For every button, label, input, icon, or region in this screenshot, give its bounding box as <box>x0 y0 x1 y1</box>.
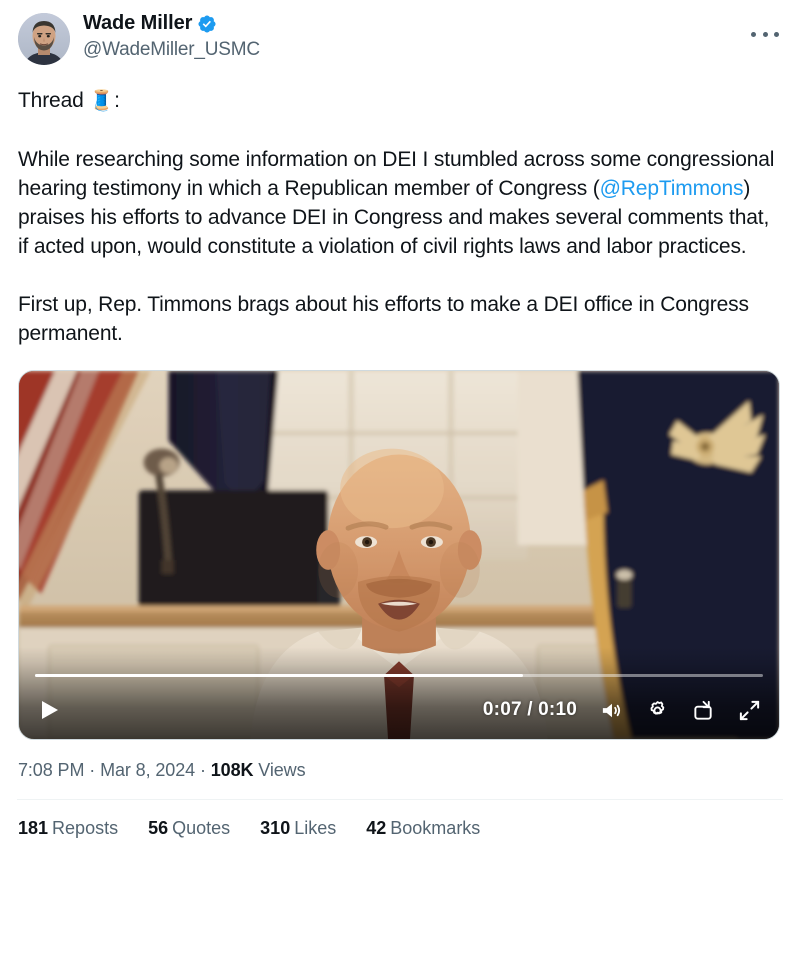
post-date: Mar 8, 2024 <box>100 760 196 780</box>
video-progress-fill <box>35 674 523 677</box>
verified-badge-icon <box>197 14 217 34</box>
reposts-label: Reposts <box>52 818 119 838</box>
paragraph-main: While researching some information on DE… <box>18 145 782 261</box>
post-time: 7:08 PM <box>18 760 85 780</box>
play-icon[interactable] <box>37 696 63 724</box>
quotes-label: Quotes <box>172 818 231 838</box>
video-controls-right: 0:07 / 0:10 <box>483 698 761 722</box>
stat-likes[interactable]: 310 Likes <box>260 816 336 840</box>
paragraph-thread-label: Thread 🧵: <box>18 86 782 116</box>
quotes-count: 56 <box>148 818 169 838</box>
avatar[interactable] <box>18 13 70 65</box>
divider <box>17 799 783 800</box>
tweet-meta: 7:08 PM · Mar 8, 2024 · 108K Views <box>18 758 782 782</box>
views-label: Views <box>258 760 306 780</box>
thread-spool-icon: 🧵 <box>89 90 115 112</box>
video-progress-bar[interactable] <box>35 674 763 677</box>
stat-bookmarks[interactable]: 42 Bookmarks <box>366 816 480 840</box>
gear-icon[interactable] <box>645 698 669 722</box>
views-count: 108K <box>210 760 254 780</box>
video-time-display: 0:07 / 0:10 <box>482 699 577 720</box>
author-handle[interactable]: @WadeMiller_USMC <box>83 37 260 62</box>
engagement-stats: 181 Reposts 56 Quotes 310 Likes 42 Bookmarks <box>18 816 782 840</box>
paragraph-firstup: First up, Rep. Timmons brags about his e… <box>18 293 749 345</box>
thread-colon: : <box>114 89 120 112</box>
reposts-count: 181 <box>18 818 49 838</box>
tweet-text: Thread 🧵: While researching some informa… <box>18 86 782 348</box>
video-controls: 0:07 / 0:10 <box>19 681 779 739</box>
tweet-card: Wade Miller @WadeMiller_USMC Thread 🧵: W… <box>0 0 800 960</box>
volume-on-icon[interactable] <box>599 698 623 722</box>
stat-reposts[interactable]: 181 Reposts <box>18 816 118 840</box>
more-horizontal-icon[interactable] <box>748 22 782 46</box>
display-name[interactable]: Wade Miller <box>83 11 192 36</box>
mention-link-reptimmons[interactable]: @RepTimmons <box>600 177 744 200</box>
bookmarks-label: Bookmarks <box>390 818 481 838</box>
name-row: Wade Miller <box>83 11 260 36</box>
likes-label: Likes <box>294 818 337 838</box>
thread-text: Thread <box>18 89 90 112</box>
video-player[interactable]: 0:07 / 0:10 <box>18 370 780 740</box>
tweet-header: Wade Miller @WadeMiller_USMC <box>18 10 782 72</box>
stat-quotes[interactable]: 56 Quotes <box>148 816 230 840</box>
meta-separator-1: · <box>89 760 96 780</box>
likes-count: 310 <box>260 818 291 838</box>
expand-icon[interactable] <box>737 698 761 722</box>
meta-separator-2: · <box>199 760 206 780</box>
bookmarks-count: 42 <box>366 818 387 838</box>
author-identity[interactable]: Wade Miller @WadeMiller_USMC <box>83 10 260 62</box>
picture-in-picture-icon[interactable] <box>691 698 715 722</box>
